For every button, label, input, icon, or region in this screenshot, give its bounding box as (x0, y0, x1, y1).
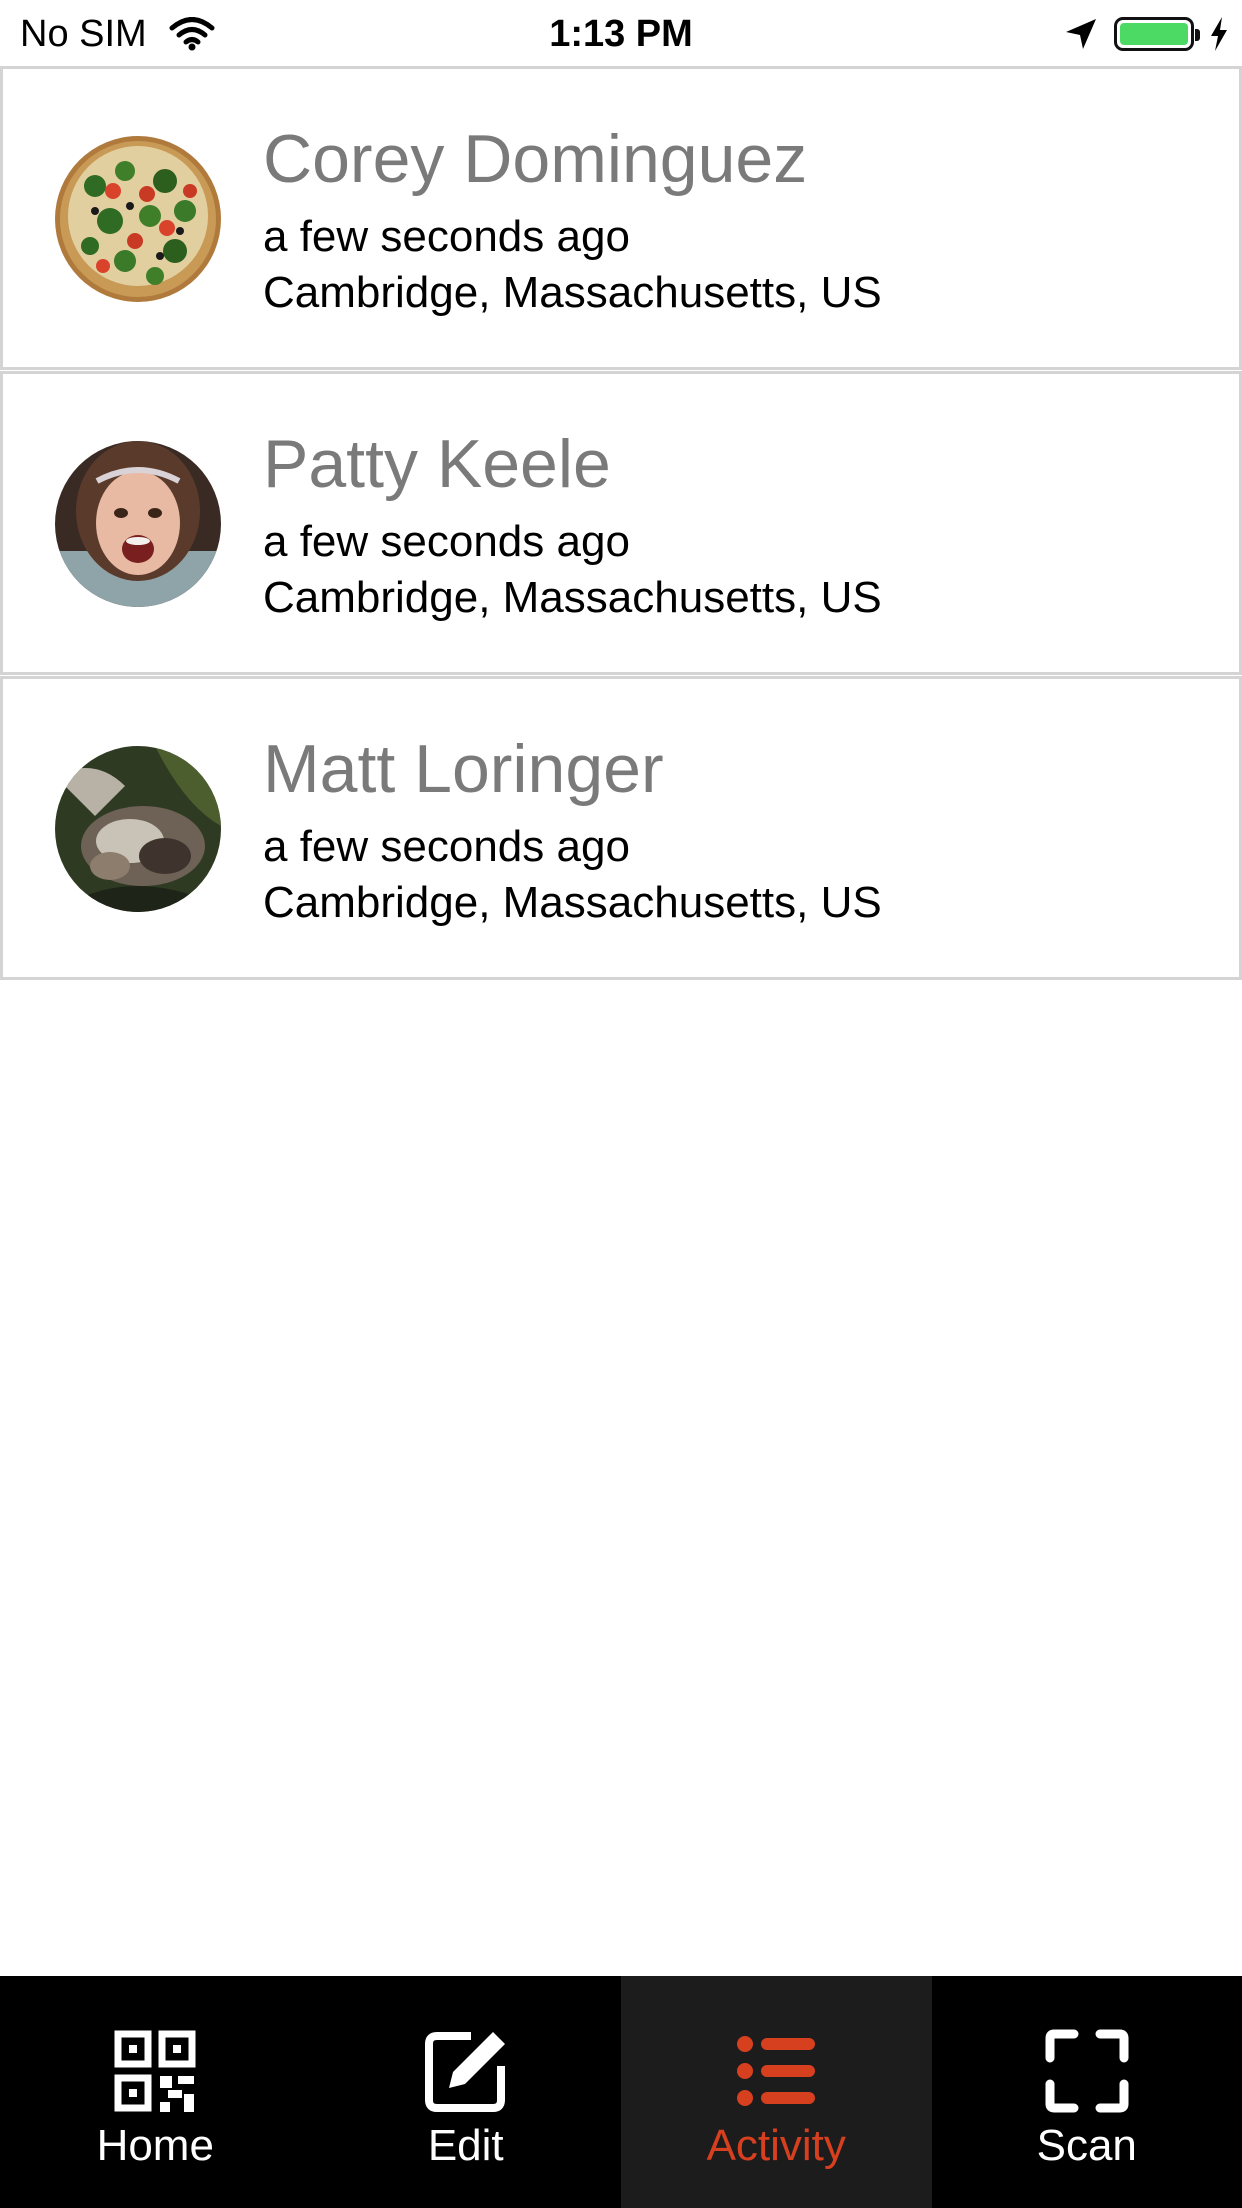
activity-item-text: Corey Dominguez a few seconds ago Cambri… (263, 117, 1219, 321)
activity-item[interactable]: Patty Keele a few seconds ago Cambridge,… (0, 371, 1242, 675)
avatar (55, 441, 221, 607)
tab-bar: Home Edit Activity Scan (0, 1976, 1242, 2208)
activity-location: Cambridge, Massachusetts, US (263, 573, 882, 622)
status-right (1064, 12, 1228, 56)
battery-cap (1195, 29, 1200, 41)
scan-frame-icon (1045, 2029, 1129, 2113)
activity-location: Cambridge, Massachusetts, US (263, 268, 882, 317)
user-name: Matt Loringer (263, 731, 664, 807)
tab-label: Home (96, 2121, 214, 2170)
activity-time: a few seconds ago (263, 212, 630, 261)
girl-avatar-image (55, 441, 221, 607)
status-bar: No SIM 1:13 PM (0, 0, 1242, 66)
tab-label: Edit (427, 2121, 504, 2170)
activity-item[interactable]: Corey Dominguez a few seconds ago Cambri… (0, 66, 1242, 370)
cat-avatar-image (55, 746, 221, 912)
battery-icon (1114, 17, 1200, 51)
user-name: Patty Keele (263, 426, 611, 502)
charging-bolt-icon (1211, 17, 1227, 51)
activity-item[interactable]: Matt Loringer a few seconds ago Cambridg… (0, 676, 1242, 980)
avatar (55, 746, 221, 912)
location-arrow-icon (1066, 19, 1096, 49)
activity-time: a few seconds ago (263, 822, 630, 871)
user-name: Corey Dominguez (263, 121, 808, 197)
activity-location: Cambridge, Massachusetts, US (263, 878, 882, 927)
battery-fill (1120, 23, 1188, 45)
activity-list: Corey Dominguez a few seconds ago Cambri… (0, 66, 1242, 981)
edit-icon (424, 2032, 505, 2112)
qr-code-icon (114, 2030, 196, 2112)
tab-scan[interactable]: Scan (932, 1976, 1242, 2208)
activity-time: a few seconds ago (263, 517, 630, 566)
status-time: 1:13 PM (549, 13, 693, 55)
pizza-avatar-image (55, 136, 221, 302)
tab-label: Scan (1036, 2121, 1137, 2170)
tab-label: Activity (706, 2121, 846, 2170)
avatar (55, 136, 221, 302)
tab-home[interactable]: Home (0, 1976, 311, 2208)
tab-edit[interactable]: Edit (311, 1976, 622, 2208)
tab-activity[interactable]: Activity (621, 1976, 932, 2208)
activity-item-text: Patty Keele a few seconds ago Cambridge,… (263, 422, 1219, 626)
activity-item-text: Matt Loringer a few seconds ago Cambridg… (263, 727, 1219, 931)
list-icon (737, 2036, 816, 2106)
